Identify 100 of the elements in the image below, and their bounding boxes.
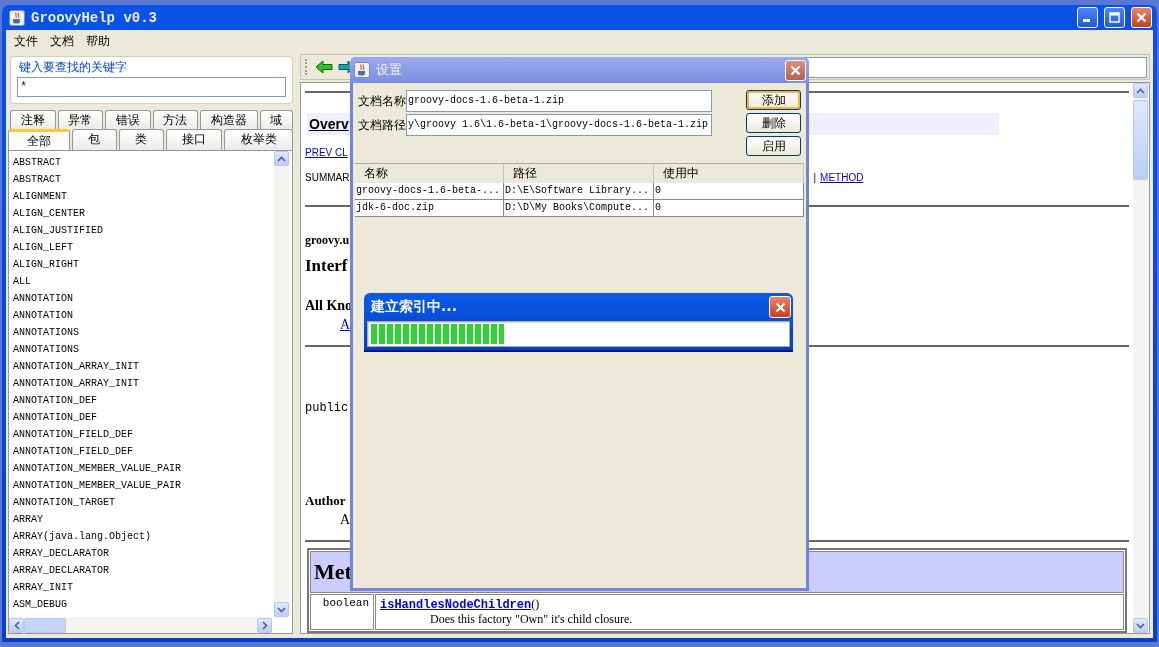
app-icon [9, 9, 25, 26]
interface-title: Interf [305, 256, 348, 276]
progress-title: 建立索引中... [371, 298, 458, 316]
app-icon [354, 62, 370, 78]
dialog-title: 设置 [376, 61, 403, 79]
list-item[interactable]: ANNOTATION_MEMBER_VALUE_PAIR [13, 477, 274, 494]
close-button[interactable] [1131, 7, 1152, 28]
list-item[interactable]: ABSTRACT [13, 171, 274, 188]
implementing-class-link[interactable]: A [340, 317, 351, 332]
close-icon [1136, 12, 1147, 23]
tab[interactable]: 全部 [8, 129, 70, 150]
tab[interactable]: 域 [259, 110, 293, 129]
list-item[interactable]: ANNOTATIONS [13, 324, 274, 341]
minimize-button[interactable] [1077, 7, 1098, 28]
column-header[interactable]: 使用中 [654, 164, 804, 183]
field-label: 文档名称 [358, 92, 406, 110]
list-item[interactable]: ANNOTATION [13, 307, 274, 324]
return-type-cell: boolean [310, 594, 374, 630]
vertical-scrollbar[interactable] [274, 151, 290, 617]
window-title: GroovyHelp v0.3 [31, 9, 159, 26]
package-name: groovy.u [305, 233, 350, 248]
chevron-down-icon [1136, 622, 1145, 629]
menu-item[interactable]: 文件 [8, 30, 44, 52]
list-item[interactable]: ARRAY_INIT [13, 579, 274, 596]
list-item[interactable]: ANNOTATION_MEMBER_VALUE_PAIR [13, 460, 274, 477]
list-item[interactable]: ALIGN_CENTER [13, 205, 274, 222]
search-legend: 键入要查找的关键字 [17, 60, 129, 74]
list-item[interactable]: ALIGNMENT [13, 188, 274, 205]
column-header[interactable]: 路径 [504, 164, 654, 183]
input-field[interactable]: groovy-docs-1.6-beta-1.zip [406, 90, 712, 112]
field-label: 文档路径 [358, 116, 406, 134]
method-params: () [531, 597, 540, 611]
table-cell: 0 [654, 183, 804, 199]
list-item[interactable]: ASM_DEBUG [13, 596, 274, 613]
list-item[interactable]: ARRAY_DECLARATOR [13, 545, 274, 562]
column-header[interactable]: 名称 [355, 164, 504, 183]
list-item[interactable]: ANNOTATION_ARRAY_INIT [13, 358, 274, 375]
tab[interactable]: 包 [72, 129, 117, 150]
minimize-icon [1082, 19, 1090, 22]
horizontal-scrollbar[interactable] [9, 617, 272, 633]
input-field[interactable]: y\groovy 1.6\1.6-beta-1\groovy-docs-1.6-beta-1.zip [406, 114, 712, 136]
method-link[interactable]: METHOD [820, 172, 864, 183]
tab[interactable]: 方法 [152, 110, 198, 129]
signature-text: public [305, 401, 349, 415]
table-cell: D:\D\My Books\Compute... [504, 200, 654, 216]
scrollbar-thumb[interactable] [1133, 100, 1148, 180]
close-icon [790, 64, 801, 76]
chevron-up-icon [1136, 87, 1145, 94]
summary-label: SUMMAR [305, 172, 350, 183]
list-item[interactable]: ABSTRACT [13, 154, 274, 171]
known-label: All Kno [305, 298, 353, 314]
list-item[interactable]: ANNOTATION_FIELD_DEF [13, 426, 274, 443]
back-arrow-icon[interactable] [315, 60, 333, 74]
author-name: A [340, 512, 351, 528]
separator-text: | [813, 172, 817, 183]
dialog-button[interactable]: 启用 [746, 136, 801, 156]
tab[interactable]: 构造器 [200, 110, 258, 129]
list-item[interactable]: ANNOTATION_TARGET [13, 494, 274, 511]
list-item[interactable]: ANNOTATIONS [13, 341, 274, 358]
vertical-scrollbar[interactable] [1133, 83, 1149, 633]
tab[interactable]: 类 [118, 129, 164, 150]
chevron-right-icon [261, 620, 268, 630]
tab[interactable]: 注释 [10, 110, 56, 129]
method-link[interactable]: isHandlesNodeChildren [380, 598, 532, 612]
chevron-down-icon [277, 606, 286, 613]
close-button[interactable] [769, 296, 791, 318]
method-description: Does this factory "Own" it's child closure. [430, 612, 634, 627]
list-item[interactable]: ARRAY_DECLARATOR [13, 562, 274, 579]
list-item[interactable]: ANNOTATION_FIELD_DEF [13, 443, 274, 460]
menu-item[interactable]: 帮助 [80, 30, 116, 52]
list-item[interactable]: ALIGN_LEFT [13, 239, 274, 256]
list-item[interactable]: ALL [13, 273, 274, 290]
chevron-up-icon [277, 155, 286, 162]
overview-link[interactable]: Overv [309, 116, 349, 132]
list-item[interactable]: ANNOTATION [13, 290, 274, 307]
chevron-left-icon [13, 620, 20, 630]
list-item[interactable]: ANNOTATION_DEF [13, 409, 274, 426]
table-cell: 0 [654, 200, 804, 216]
list-item[interactable]: ALIGN_JUSTIFIED [13, 222, 274, 239]
list-item[interactable]: ARRAY [13, 511, 274, 528]
list-item[interactable]: ALIGN_RIGHT [13, 256, 274, 273]
tab[interactable]: 异常 [57, 110, 103, 129]
table-cell: D:\E\Software Library... [504, 183, 654, 199]
list-item[interactable]: ANNOTATION_DEF [13, 392, 274, 409]
dialog-button[interactable]: 删除 [746, 113, 801, 133]
tab[interactable]: 枚举类 [224, 129, 293, 150]
prev-class-link[interactable]: PREV CL [305, 147, 348, 158]
tab[interactable]: 接口 [165, 129, 223, 150]
dialog-button[interactable]: 添加 [746, 90, 801, 110]
menu-item[interactable]: 文档 [44, 30, 80, 52]
list-item[interactable]: ARRAY(java.lang.Object) [13, 528, 274, 545]
maximize-button[interactable] [1104, 7, 1125, 28]
search-field[interactable]: * [17, 77, 286, 97]
tab[interactable]: 错误 [105, 110, 151, 129]
list-item[interactable]: ANNOTATION_ARRAY_INIT [13, 375, 274, 392]
close-icon [774, 301, 786, 313]
scrollbar-thumb[interactable] [24, 617, 66, 633]
table-cell: groovy-docs-1.6-beta-... [355, 183, 504, 199]
close-button[interactable] [785, 59, 806, 81]
author-label: Author [305, 493, 346, 509]
